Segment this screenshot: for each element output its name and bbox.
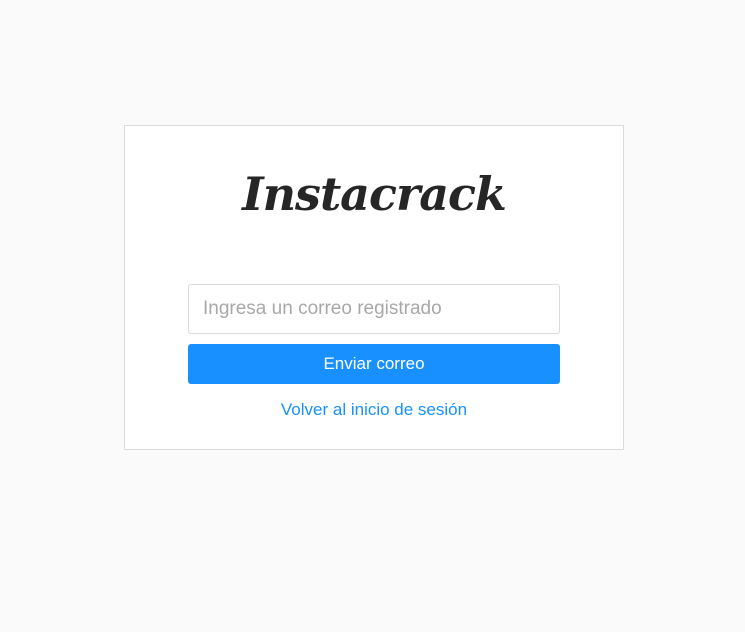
send-email-button[interactable]: Enviar correo	[188, 344, 560, 384]
email-input[interactable]	[188, 284, 560, 334]
password-reset-card: Instacrack Enviar correo Volver al inici…	[124, 125, 624, 450]
back-to-login-link[interactable]: Volver al inicio de sesión	[125, 398, 623, 422]
app-logo: Instacrack	[242, 167, 507, 221]
